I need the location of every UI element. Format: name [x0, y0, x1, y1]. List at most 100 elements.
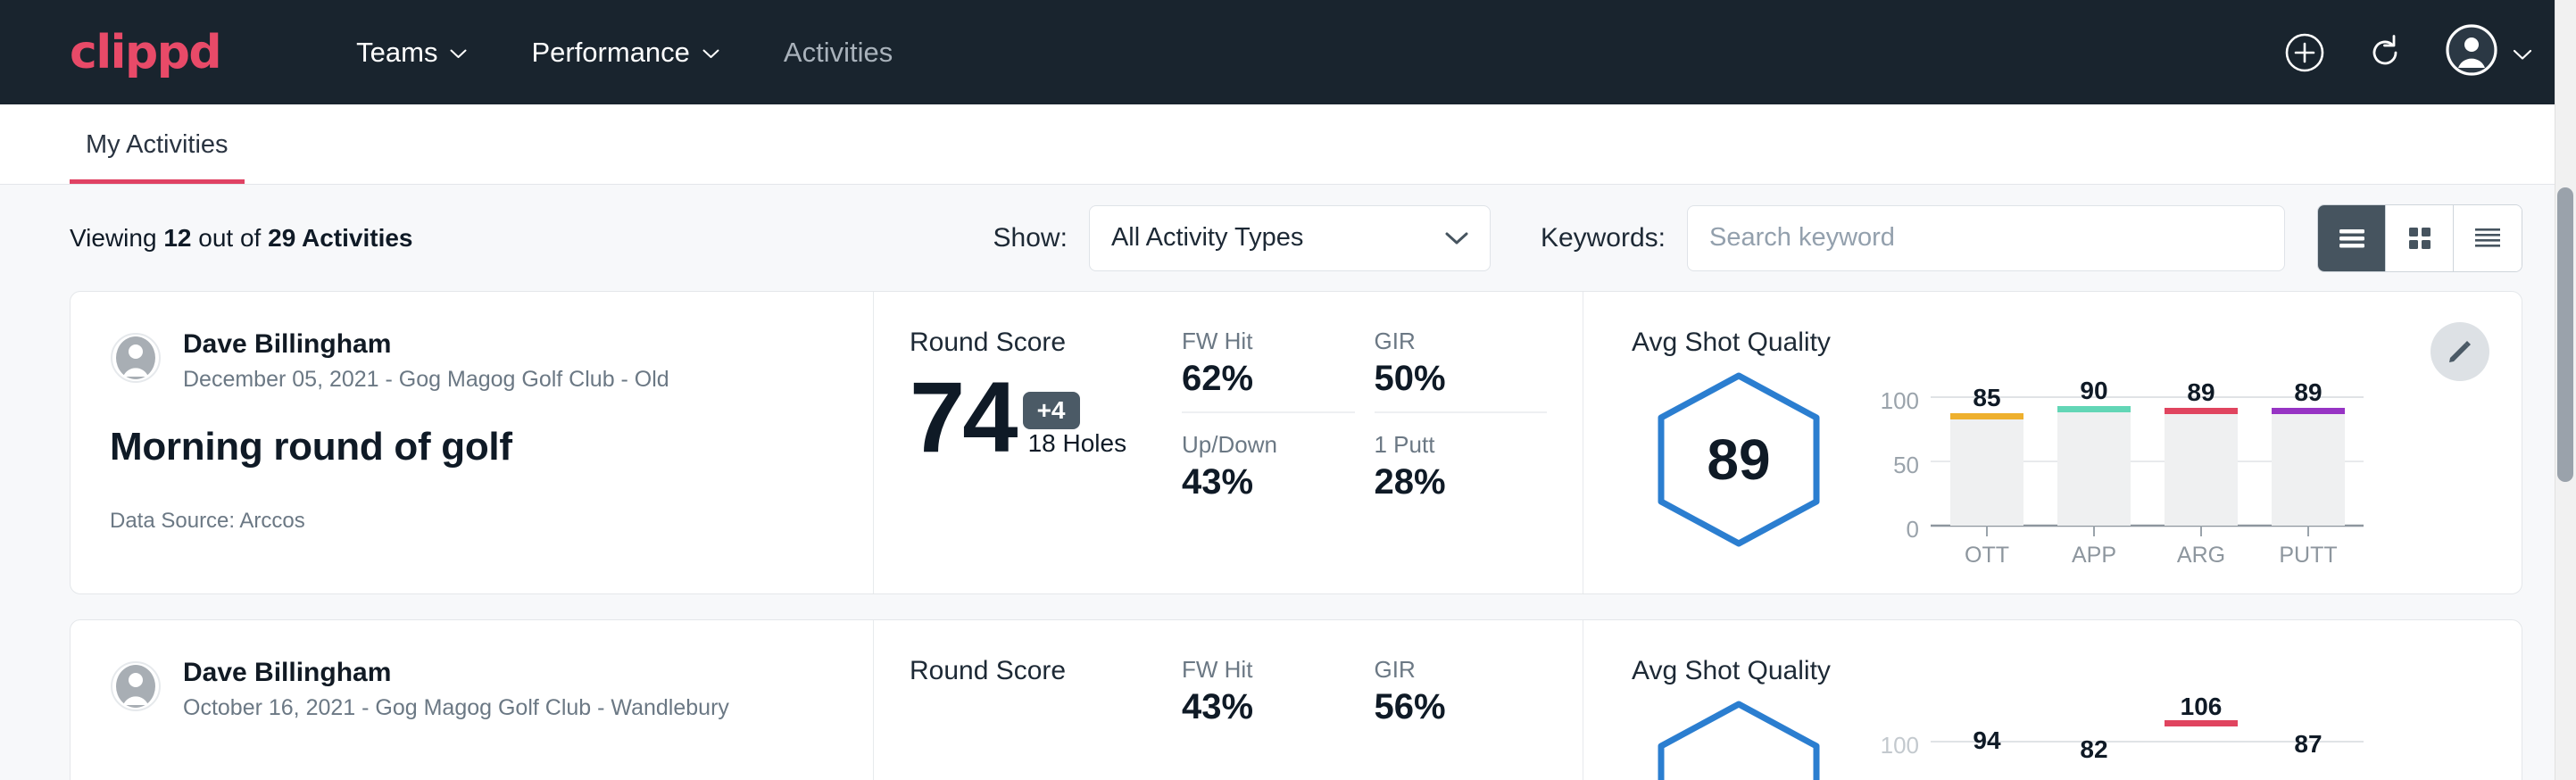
primary-nav: Teams Performance Activities [324, 37, 925, 69]
activity-card[interactable]: Dave Billingham December 05, 2021 - Gog … [70, 291, 2522, 594]
activity-meta: December 05, 2021 - Gog Magog Golf Club … [183, 367, 669, 393]
avg-shot-quality-section: Avg Shot Quality 1 [1583, 620, 2522, 780]
chevron-down-icon [2513, 49, 2530, 59]
view-mode-compact-button[interactable] [2454, 205, 2522, 271]
view-mode-toggle [2317, 204, 2522, 272]
bar-value-arg: 106 [2165, 693, 2238, 721]
bar-value-ott: 85 [1950, 384, 2023, 412]
activity-stats: FW Hit 43% GIR 56% [1182, 620, 1583, 780]
navbar-actions [2284, 23, 2530, 81]
avg-shot-quality-section: Avg Shot Quality 89 [1583, 292, 2522, 593]
y-tick-50: 50 [1864, 452, 1919, 479]
bar-value-putt: 87 [2272, 730, 2345, 759]
chevron-down-icon [702, 49, 719, 59]
stat-label: Up/Down [1182, 431, 1355, 459]
stat-gir: GIR 56% [1375, 656, 1548, 740]
player-row: Dave Billingham October 16, 2021 - Gog M… [110, 656, 834, 721]
bar-label-app: APP [2057, 543, 2131, 568]
stat-value: 56% [1375, 687, 1548, 727]
holes-label: 18 Holes [1028, 429, 1127, 458]
activity-list: Dave Billingham December 05, 2021 - Gog … [0, 291, 2576, 780]
activity-type-select[interactable]: All Activity Types [1089, 205, 1491, 271]
stat-value: 62% [1182, 359, 1355, 399]
tab-my-activities[interactable]: My Activities [70, 130, 245, 184]
activity-meta: October 16, 2021 - Gog Magog Golf Club -… [183, 695, 729, 721]
player-name: Dave Billingham [183, 328, 669, 361]
bar-label-putt: PUTT [2272, 543, 2345, 568]
viewing-count: 12 [163, 224, 191, 252]
round-score-section: Round Score [874, 620, 1182, 780]
nav-item-teams-label: Teams [356, 37, 437, 69]
quality-hexagon-wrap [1632, 692, 1846, 780]
page-scrollbar[interactable] [2555, 0, 2576, 780]
y-tick-0: 0 [1864, 516, 1919, 544]
top-navbar: clippd Teams Performance Activities [0, 0, 2576, 104]
view-mode-grid-button[interactable] [2386, 205, 2454, 271]
nav-item-teams[interactable]: Teams [324, 37, 499, 69]
tab-my-activities-label: My Activities [86, 130, 229, 159]
refresh-icon[interactable] [2364, 32, 2406, 73]
activity-title: Morning round of golf [110, 425, 834, 469]
player-name: Dave Billingham [183, 656, 729, 690]
stat-value: 50% [1375, 359, 1548, 399]
plus-circle-icon[interactable] [2284, 32, 2325, 73]
shot-quality-bar-chart: 100 94 82 106 87 [1846, 692, 2432, 780]
stat-fw-hit: FW Hit 43% [1182, 656, 1355, 740]
round-score-label: Round Score [910, 328, 1182, 358]
activity-stats: FW Hit 62% GIR 50% Up/Down 43% 1 Putt 28… [1182, 292, 1583, 593]
nav-item-activities[interactable]: Activities [752, 37, 925, 69]
viewing-prefix: Viewing [70, 224, 157, 252]
stat-fw-hit: FW Hit 62% [1182, 328, 1355, 413]
bar-value-app: 90 [2057, 377, 2131, 405]
bar-label-arg: ARG [2165, 543, 2238, 568]
nav-item-performance[interactable]: Performance [499, 37, 751, 69]
stat-up-down: Up/Down 43% [1182, 431, 1355, 515]
stat-label: FW Hit [1182, 328, 1355, 355]
stat-label: GIR [1375, 328, 1548, 355]
stat-1-putt: 1 Putt 28% [1375, 431, 1548, 515]
search-input[interactable] [1687, 205, 2285, 271]
y-tick-100: 100 [1864, 732, 1919, 759]
avg-shot-quality-label: Avg Shot Quality [1632, 656, 2432, 686]
stat-value: 43% [1182, 462, 1355, 502]
clippd-logo[interactable]: clippd [70, 29, 220, 76]
player-text: Dave Billingham December 05, 2021 - Gog … [183, 328, 669, 393]
activity-card[interactable]: Dave Billingham October 16, 2021 - Gog M… [70, 619, 2522, 780]
tab-strip: My Activities [0, 104, 2576, 185]
viewing-count-text: Viewing 12 out of 29 Activities [70, 224, 413, 253]
round-score-value: 74 [910, 370, 1016, 465]
viewing-middle: out of [198, 224, 261, 252]
bar-label-ott: OTT [1950, 543, 2023, 568]
account-menu[interactable] [2445, 23, 2530, 81]
stat-gir: GIR 50% [1375, 328, 1548, 413]
scrollbar-thumb[interactable] [2557, 187, 2573, 482]
pencil-icon [2447, 338, 2473, 365]
avatar [110, 660, 162, 717]
view-mode-list-button[interactable] [2318, 205, 2386, 271]
activity-data-source: Data Source: Arccos [110, 509, 834, 534]
round-score-section: Round Score 74 +4 18 Holes [874, 292, 1182, 593]
edit-activity-button[interactable] [2431, 322, 2489, 381]
show-label: Show: [993, 223, 1068, 253]
avg-shot-quality-body: 89 [1632, 363, 2432, 568]
player-row: Dave Billingham December 05, 2021 - Gog … [110, 328, 834, 393]
activity-info: Dave Billingham October 16, 2021 - Gog M… [71, 620, 874, 780]
quality-hexagon-wrap: 89 [1632, 363, 1846, 549]
filter-controls: Show: All Activity Types Keywords: [993, 204, 2522, 272]
avg-shot-quality-value [1654, 699, 1824, 780]
bar-value-putt: 89 [2272, 378, 2345, 407]
chevron-down-icon [450, 49, 467, 59]
nav-item-performance-label: Performance [531, 37, 689, 69]
round-score-side: +4 18 Holes [1016, 367, 1127, 465]
keywords-label: Keywords: [1541, 223, 1666, 253]
account-avatar-icon [2445, 23, 2498, 81]
avg-shot-quality-value: 89 [1654, 370, 1824, 549]
quality-hexagon: 89 [1654, 370, 1824, 549]
round-score-side [910, 695, 945, 780]
stat-value: 43% [1182, 687, 1355, 727]
stat-label: FW Hit [1182, 656, 1355, 684]
stat-label: GIR [1375, 656, 1548, 684]
y-tick-100: 100 [1864, 387, 1919, 415]
stat-label: 1 Putt [1375, 431, 1548, 459]
activity-type-select-value: All Activity Types [1111, 223, 1303, 253]
